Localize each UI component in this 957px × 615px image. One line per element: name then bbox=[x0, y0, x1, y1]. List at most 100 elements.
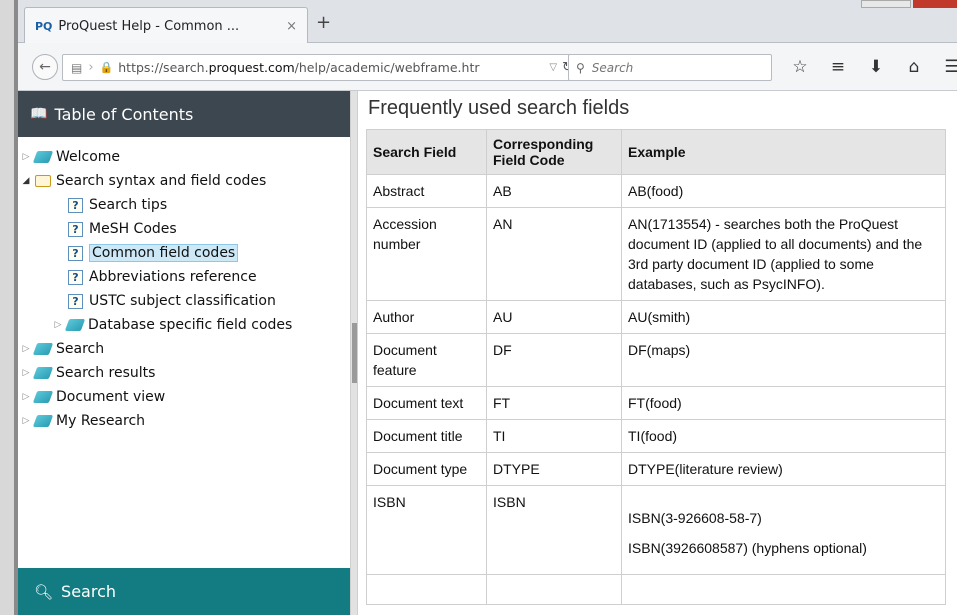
cell-example: DTYPE(literature review) bbox=[621, 452, 946, 486]
cell-example: AB(food) bbox=[621, 174, 946, 208]
toc-search-button[interactable]: 🔍︎ Search bbox=[18, 568, 350, 615]
open-book-icon bbox=[35, 175, 51, 187]
address-bar[interactable]: ▤ › 🔒 https://search.proquest.com/help/a… bbox=[62, 54, 582, 81]
new-tab-button[interactable]: + bbox=[316, 14, 331, 32]
tab-title: ProQuest Help - Common ... bbox=[58, 18, 240, 34]
cell-code: ISBN bbox=[486, 485, 622, 575]
browser-tab[interactable]: PQ ProQuest Help - Common ... × bbox=[24, 7, 308, 44]
toc-item-document-view[interactable]: ▷ Document view bbox=[18, 385, 350, 409]
star-icon[interactable]: ☆ bbox=[791, 57, 809, 77]
browser-search-box[interactable]: ⚲ bbox=[568, 54, 772, 81]
expand-arrow-icon[interactable]: ▷ bbox=[20, 152, 32, 162]
book-icon bbox=[32, 151, 54, 163]
toc-pane: 📖 Table of Contents ▷ Welcome ◢ Search syn… bbox=[18, 91, 350, 615]
menu-icon[interactable]: ☰ bbox=[943, 57, 957, 77]
toc-item-ustc[interactable]: ? USTC subject classification bbox=[18, 289, 350, 313]
window-edge bbox=[0, 0, 18, 615]
column-header: Example bbox=[621, 129, 946, 175]
toc-item-search-syntax[interactable]: ◢ Search syntax and field codes bbox=[18, 169, 350, 193]
page-title: Frequently used search fields bbox=[368, 97, 630, 119]
help-page-icon: ? bbox=[68, 221, 83, 237]
close-tab-icon[interactable]: × bbox=[286, 19, 297, 34]
cell-example: AN(1713554) - searches both the ProQuest… bbox=[621, 207, 946, 301]
toc-item-search-results[interactable]: ▷ Search results bbox=[18, 361, 350, 385]
content-pane: Frequently used search fields Search Fie… bbox=[358, 91, 957, 615]
url-domain: proquest.com bbox=[208, 60, 295, 75]
search-icon: ⚲ bbox=[576, 60, 585, 75]
column-header: Search Field bbox=[366, 129, 487, 175]
download-icon[interactable]: ⬇ bbox=[867, 57, 885, 77]
cell-example: AU(smith) bbox=[621, 300, 946, 334]
browser-search-input[interactable] bbox=[589, 59, 750, 76]
cell-field: Document feature bbox=[366, 333, 487, 387]
toc-search-label: Search bbox=[61, 582, 117, 601]
back-arrow-icon: ← bbox=[39, 59, 51, 75]
help-page-icon: ? bbox=[68, 293, 83, 309]
cell-field: ISBN bbox=[366, 485, 487, 575]
cell-code: DF bbox=[486, 333, 622, 387]
navigation-bar: ← ▤ › 🔒 https://search.proquest.com/help… bbox=[18, 43, 957, 91]
help-page-icon: ? bbox=[68, 269, 83, 285]
cell-example: TI(food) bbox=[621, 419, 946, 453]
table-row: ISBN ISBN ISBN(3-926608-58-7) ISBN(39266… bbox=[366, 485, 946, 575]
cell-code: DTYPE bbox=[486, 452, 622, 486]
toc-item-search[interactable]: ▷ Search bbox=[18, 337, 350, 361]
splitter-grip[interactable] bbox=[352, 323, 357, 383]
example-line: ISBN(3926608587) (hyphens optional) bbox=[628, 540, 867, 556]
toc-tree: ▷ Welcome ◢ Search syntax and field codes … bbox=[18, 145, 350, 433]
toc-item-search-tips[interactable]: ? Search tips bbox=[18, 193, 350, 217]
toc-item-welcome[interactable]: ▷ Welcome bbox=[18, 145, 350, 169]
open-book-icon: 📖 bbox=[30, 106, 48, 122]
cell-field: Document text bbox=[366, 386, 487, 420]
tab-bar: PQ ProQuest Help - Common ... × + bbox=[18, 0, 957, 44]
cell-code: TI bbox=[486, 419, 622, 453]
toc-item-database-specific[interactable]: ▷ Database specific field codes bbox=[18, 313, 350, 337]
column-header: Corresponding Field Code bbox=[486, 129, 622, 175]
cell-field: Author bbox=[366, 300, 487, 334]
book-icon bbox=[32, 367, 54, 379]
back-button[interactable]: ← bbox=[32, 54, 58, 80]
pane-splitter[interactable] bbox=[350, 91, 358, 615]
table-row: Author AU AU(smith) bbox=[366, 300, 946, 334]
table-row: Document text FT FT(food) bbox=[366, 386, 946, 420]
toc-header: 📖 Table of Contents bbox=[18, 91, 350, 137]
table-row: Document title TI TI(food) bbox=[366, 419, 946, 453]
home-icon[interactable]: ⌂ bbox=[905, 57, 923, 77]
expand-arrow-icon[interactable]: ▷ bbox=[20, 344, 32, 354]
site-identity-icon[interactable]: ▤ bbox=[71, 61, 82, 75]
toolbar-icons: ☆ ≡ ⬇ ⌂ ☰ bbox=[791, 57, 957, 77]
reading-list-icon[interactable]: ≡ bbox=[829, 57, 847, 77]
expand-arrow-icon[interactable]: ▷ bbox=[20, 368, 32, 378]
book-icon bbox=[32, 415, 54, 427]
search-icon: 🔍︎ bbox=[34, 582, 54, 601]
cell-code: AB bbox=[486, 174, 622, 208]
cell-field: Abstract bbox=[366, 174, 487, 208]
book-icon bbox=[32, 391, 54, 403]
url-text[interactable]: https://search.proquest.com/help/academi… bbox=[118, 60, 544, 75]
lock-icon: 🔒 bbox=[99, 61, 114, 74]
cell-example: DF(maps) bbox=[621, 333, 946, 387]
cell-code: AN bbox=[486, 207, 622, 301]
help-page-icon: ? bbox=[68, 245, 83, 261]
proquest-favicon-icon: PQ bbox=[35, 19, 53, 33]
cell-field: Document type bbox=[366, 452, 487, 486]
cell-example: ISBN(3-926608-58-7) ISBN(3926608587) (hy… bbox=[621, 485, 946, 575]
url-dropdown-icon[interactable]: ▽ bbox=[549, 62, 557, 73]
expand-arrow-icon[interactable]: ▷ bbox=[20, 416, 32, 426]
example-line: ISBN(3-926608-58-7) bbox=[628, 510, 762, 526]
toc-item-mesh-codes[interactable]: ? MeSH Codes bbox=[18, 217, 350, 241]
expand-arrow-icon[interactable]: ▷ bbox=[20, 392, 32, 402]
toc-item-abbreviations[interactable]: ? Abbreviations reference bbox=[18, 265, 350, 289]
table-row: Document feature DF DF(maps) bbox=[366, 333, 946, 387]
help-page-icon: ? bbox=[68, 197, 83, 213]
toc-item-my-research[interactable]: ▷ My Research bbox=[18, 409, 350, 433]
cell-code: FT bbox=[486, 386, 622, 420]
table-row bbox=[366, 574, 946, 605]
window-controls bbox=[857, 0, 957, 10]
table-row: Abstract AB AB(food) bbox=[366, 174, 946, 208]
expand-arrow-icon[interactable]: ▷ bbox=[52, 320, 64, 330]
book-icon bbox=[64, 319, 86, 331]
toc-item-common-field-codes[interactable]: ? Common field codes bbox=[18, 241, 350, 265]
collapse-arrow-icon[interactable]: ◢ bbox=[20, 176, 32, 186]
cell-field: Accession number bbox=[366, 207, 487, 301]
